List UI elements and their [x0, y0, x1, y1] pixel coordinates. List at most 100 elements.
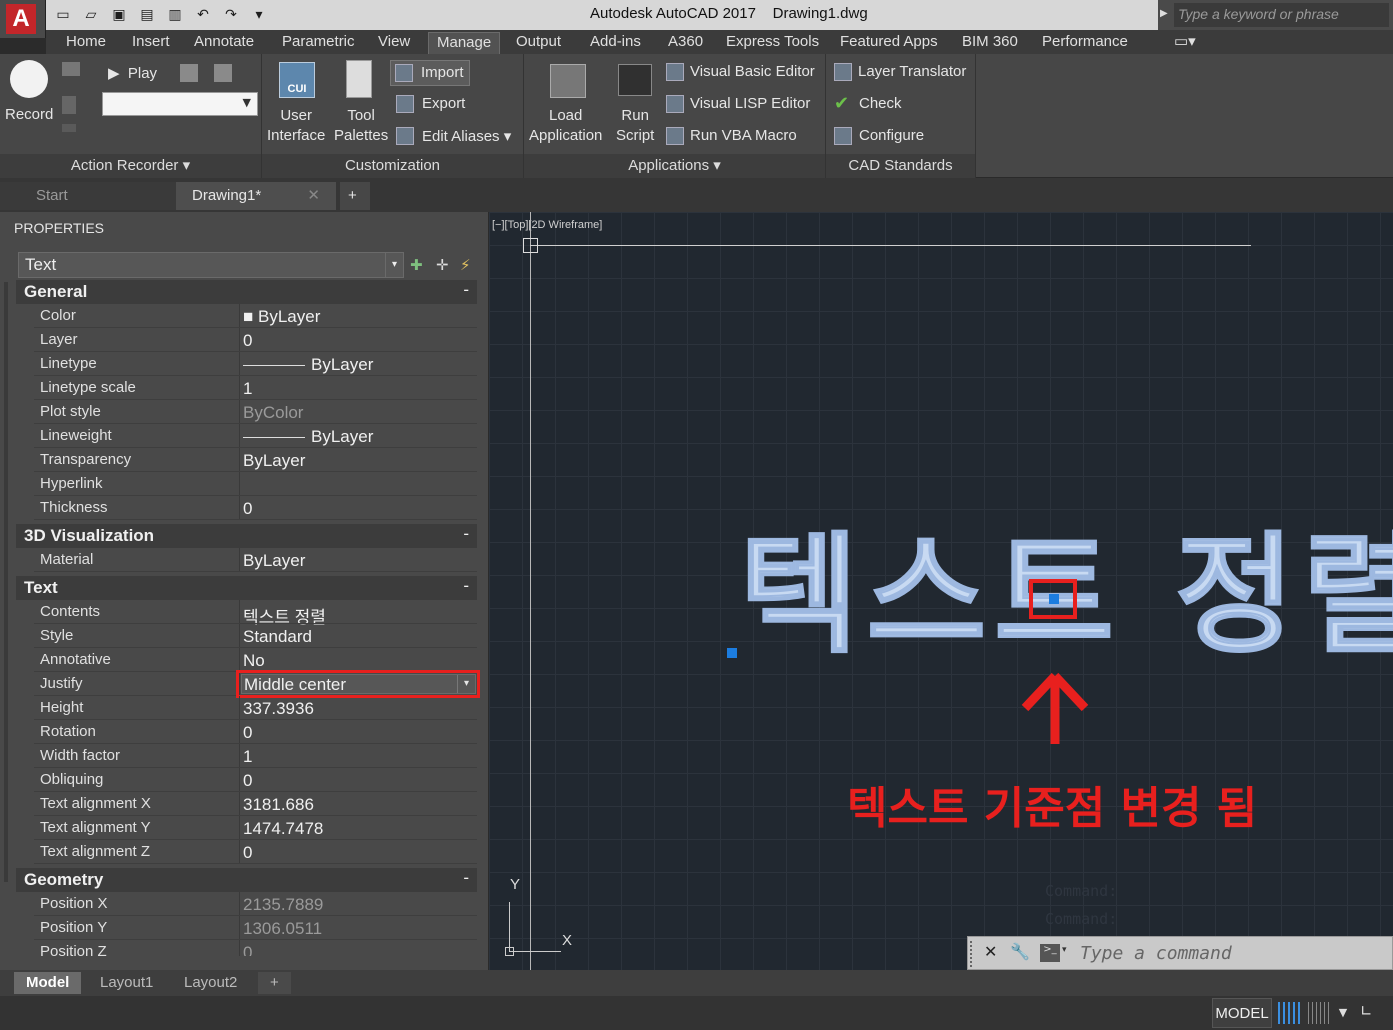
tab-performance[interactable]: Performance — [1034, 32, 1136, 54]
prop-row-color[interactable]: Color ■ ByLayer — [34, 304, 477, 328]
load-application-icon[interactable] — [550, 64, 586, 98]
new-tab-button[interactable]: + — [340, 182, 370, 210]
section-3d-visualization[interactable]: 3D Visualization - — [16, 524, 477, 548]
save-as-icon[interactable]: ▤ — [136, 4, 158, 26]
command-grip[interactable] — [970, 941, 976, 967]
close-icon[interactable]: ✕ — [307, 182, 320, 210]
prop-row-lineweight[interactable]: Lineweight ByLayer — [34, 424, 477, 448]
object-type-select[interactable]: Text ▾ — [18, 252, 404, 278]
ribbon-options-icon[interactable]: ▭▾ — [1166, 32, 1204, 54]
insert-message-icon[interactable] — [62, 62, 80, 76]
prop-row-linetype-scale[interactable]: Linetype scale 1 — [34, 376, 477, 400]
user-interface-button[interactable]: User Interface — [267, 106, 325, 146]
play-button[interactable]: ▶ Play — [108, 64, 157, 82]
collapse-icon[interactable]: - — [463, 524, 469, 544]
ortho-mode-icon[interactable]: ∟ — [1360, 1002, 1382, 1024]
prop-row-text-alignment-y[interactable]: Text alignment Y 1474.7478 — [34, 816, 477, 840]
preference-icon[interactable] — [180, 64, 198, 82]
tab-add-ins[interactable]: Add-ins — [582, 32, 649, 54]
run-script-button[interactable]: Run Script — [616, 106, 654, 146]
layer-translator-button[interactable]: Layer Translator — [830, 60, 974, 86]
prop-row-text-alignment-x[interactable]: Text alignment X 3181.686 — [34, 792, 477, 816]
tab-bim-360[interactable]: BIM 360 — [954, 32, 1026, 54]
load-application-button[interactable]: Load Application — [529, 106, 602, 146]
tab-output[interactable]: Output — [508, 32, 569, 54]
model-space-button[interactable]: MODEL — [1212, 998, 1272, 1028]
close-icon[interactable]: ✕ — [984, 942, 997, 961]
undo-icon[interactable]: ↶ — [192, 4, 214, 26]
run-script-icon[interactable] — [618, 64, 652, 96]
search-expand-icon[interactable]: ▶ — [1160, 8, 1168, 19]
prop-row-annotative[interactable]: Annotative No — [34, 648, 477, 672]
prop-row-rotation[interactable]: Rotation 0 — [34, 720, 477, 744]
section-text[interactable]: Text - — [16, 576, 477, 600]
prop-row-position-y[interactable]: Position Y 1306.0511 — [34, 916, 477, 940]
tab-parametric[interactable]: Parametric — [274, 32, 363, 54]
save-icon[interactable]: ▣ — [108, 4, 130, 26]
new-file-icon[interactable]: ▭ — [52, 4, 74, 26]
prop-row-width-factor[interactable]: Width factor 1 — [34, 744, 477, 768]
tab-start[interactable]: Start — [0, 182, 178, 210]
grid-display-icon[interactable] — [1278, 1002, 1300, 1024]
tool-palettes-button[interactable]: Tool Palettes — [334, 106, 388, 146]
quick-select-icon[interactable]: ⚡ — [460, 256, 471, 274]
edit-aliases-button[interactable]: Edit Aliases ▾ — [390, 124, 520, 150]
tab-annotate[interactable]: Annotate — [186, 32, 262, 54]
command-input[interactable]: Type a command — [1080, 943, 1232, 964]
justify-select[interactable]: Middle center ▾ — [241, 674, 476, 694]
tab-layout2[interactable]: Layout2 — [172, 972, 249, 994]
check-button[interactable]: ✔ Check — [830, 92, 974, 118]
tab-manage[interactable]: Manage — [428, 32, 501, 54]
prop-row-height[interactable]: Height 337.3936 — [34, 696, 477, 720]
palette-grip[interactable] — [4, 282, 8, 882]
manage-actions-icon[interactable] — [214, 64, 232, 82]
tab-insert[interactable]: Insert — [124, 32, 178, 54]
prop-row-layer[interactable]: Layer 0 — [34, 328, 477, 352]
chevron-down-icon[interactable]: ▾ — [1062, 945, 1067, 955]
snap-mode-icon[interactable] — [1308, 1002, 1330, 1024]
request-input-icon[interactable] — [62, 96, 76, 114]
collapse-icon[interactable]: - — [463, 280, 469, 300]
action-macro-select[interactable]: ▼ — [102, 92, 258, 116]
tab-model[interactable]: Model — [14, 972, 82, 994]
record-button[interactable]: Record — [5, 106, 53, 123]
revert-icon[interactable] — [62, 124, 76, 132]
prop-row-contents[interactable]: Contents 텍스트 정렬 — [34, 600, 477, 627]
tab-view[interactable]: View — [370, 32, 418, 54]
tab-drawing1[interactable]: Drawing1* ✕ — [176, 182, 336, 210]
redo-icon[interactable]: ↷ — [220, 4, 242, 26]
collapse-icon[interactable]: - — [463, 868, 469, 888]
prop-row-plot-style[interactable]: Plot style ByColor — [34, 400, 477, 424]
section-general[interactable]: General - — [16, 280, 477, 304]
customize-qat-icon[interactable]: ▾ — [248, 4, 270, 26]
prop-row-text-alignment-z[interactable]: Text alignment Z 0 — [34, 840, 477, 864]
record-icon[interactable] — [10, 60, 48, 98]
collapse-icon[interactable]: - — [463, 576, 469, 596]
add-layout-button[interactable]: + — [258, 972, 291, 994]
tool-palettes-icon[interactable] — [346, 60, 372, 98]
applications-title[interactable]: Applications ▾ — [524, 154, 825, 178]
run-vba-macro-button[interactable]: Run VBA Macro — [664, 124, 824, 150]
recent-commands-icon[interactable]: >_ — [1040, 944, 1060, 962]
export-button[interactable]: Export — [390, 92, 500, 118]
prop-row-hyperlink[interactable]: Hyperlink — [34, 472, 477, 496]
configure-button[interactable]: Configure — [830, 124, 974, 150]
search-input[interactable]: Type a keyword or phrase — [1174, 3, 1389, 27]
chevron-down-icon[interactable]: ▼ — [1334, 1002, 1352, 1024]
section-geometry[interactable]: Geometry - — [16, 868, 477, 892]
application-menu-button[interactable]: A — [0, 0, 46, 38]
prop-row-thickness[interactable]: Thickness 0 — [34, 496, 477, 520]
tab-home[interactable]: Home — [58, 32, 114, 54]
prop-row-linetype[interactable]: Linetype ByLayer — [34, 352, 477, 376]
prop-row-position-x[interactable]: Position X 2135.7889 — [34, 892, 477, 916]
prop-row-transparency[interactable]: Transparency ByLayer — [34, 448, 477, 472]
tab-a360[interactable]: A360 — [660, 32, 711, 54]
drawing-canvas[interactable]: [−][Top][2D Wireframe] 텍스트 정렬 텍스트 기준점 변경… — [489, 212, 1393, 970]
prop-row-position-z[interactable]: Position Z 0 — [34, 940, 477, 956]
select-objects-icon[interactable]: ✛ — [436, 256, 449, 274]
prop-row-style[interactable]: Style Standard — [34, 624, 477, 648]
prop-row-material[interactable]: Material ByLayer — [34, 548, 477, 572]
visual-lisp-editor-button[interactable]: Visual LISP Editor — [664, 92, 824, 118]
import-button[interactable]: Import — [390, 60, 470, 86]
prop-row-obliquing[interactable]: Obliquing 0 — [34, 768, 477, 792]
